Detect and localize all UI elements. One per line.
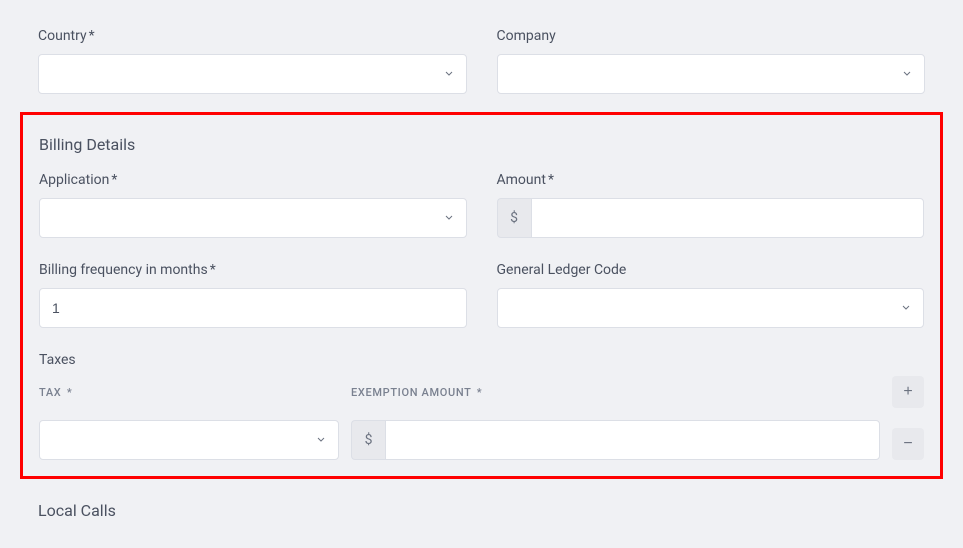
taxes-heading: Taxes	[39, 352, 924, 368]
tax-select[interactable]	[39, 420, 339, 460]
application-label-text: Application	[39, 172, 109, 188]
country-select[interactable]	[38, 54, 467, 94]
general-ledger-code-label: General Ledger Code	[497, 262, 925, 278]
required-asterisk: *	[548, 172, 554, 188]
general-ledger-code-label-text: General Ledger Code	[497, 262, 627, 278]
application-select[interactable]	[39, 198, 467, 238]
billing-details-highlight: Billing Details Application* Amount*	[20, 112, 943, 479]
amount-label: Amount*	[497, 172, 925, 188]
tax-column-header-text: TAX	[39, 386, 61, 399]
general-ledger-code-select[interactable]	[497, 288, 925, 328]
minus-icon: −	[903, 436, 912, 452]
required-asterisk: *	[67, 386, 73, 399]
local-calls-heading: Local Calls	[38, 501, 925, 520]
tax-column-header: TAX *	[39, 386, 339, 399]
country-label-text: Country	[38, 28, 87, 44]
currency-symbol: $	[497, 198, 531, 238]
remove-tax-row-button[interactable]: −	[892, 428, 924, 460]
billing-frequency-label-text: Billing frequency in months	[39, 262, 208, 278]
exemption-column-header: EXEMPTION AMOUNT *	[351, 386, 880, 399]
required-asterisk: *	[111, 172, 117, 188]
country-label: Country*	[38, 28, 467, 44]
company-label-text: Company	[497, 28, 556, 44]
billing-details-heading: Billing Details	[39, 135, 924, 154]
company-label: Company	[497, 28, 926, 44]
exemption-amount-input[interactable]	[385, 420, 880, 460]
company-select[interactable]	[497, 54, 926, 94]
required-asterisk: *	[477, 386, 483, 399]
required-asterisk: *	[89, 28, 95, 44]
application-label: Application*	[39, 172, 467, 188]
currency-symbol: $	[351, 420, 385, 460]
exemption-column-header-text: EXEMPTION AMOUNT	[351, 386, 471, 399]
billing-frequency-input[interactable]	[39, 288, 467, 328]
amount-label-text: Amount	[497, 172, 546, 188]
add-tax-row-button[interactable]: +	[892, 376, 924, 408]
required-asterisk: *	[210, 262, 216, 278]
plus-icon: +	[903, 384, 912, 400]
billing-frequency-label: Billing frequency in months*	[39, 262, 467, 278]
amount-input[interactable]	[531, 198, 925, 238]
